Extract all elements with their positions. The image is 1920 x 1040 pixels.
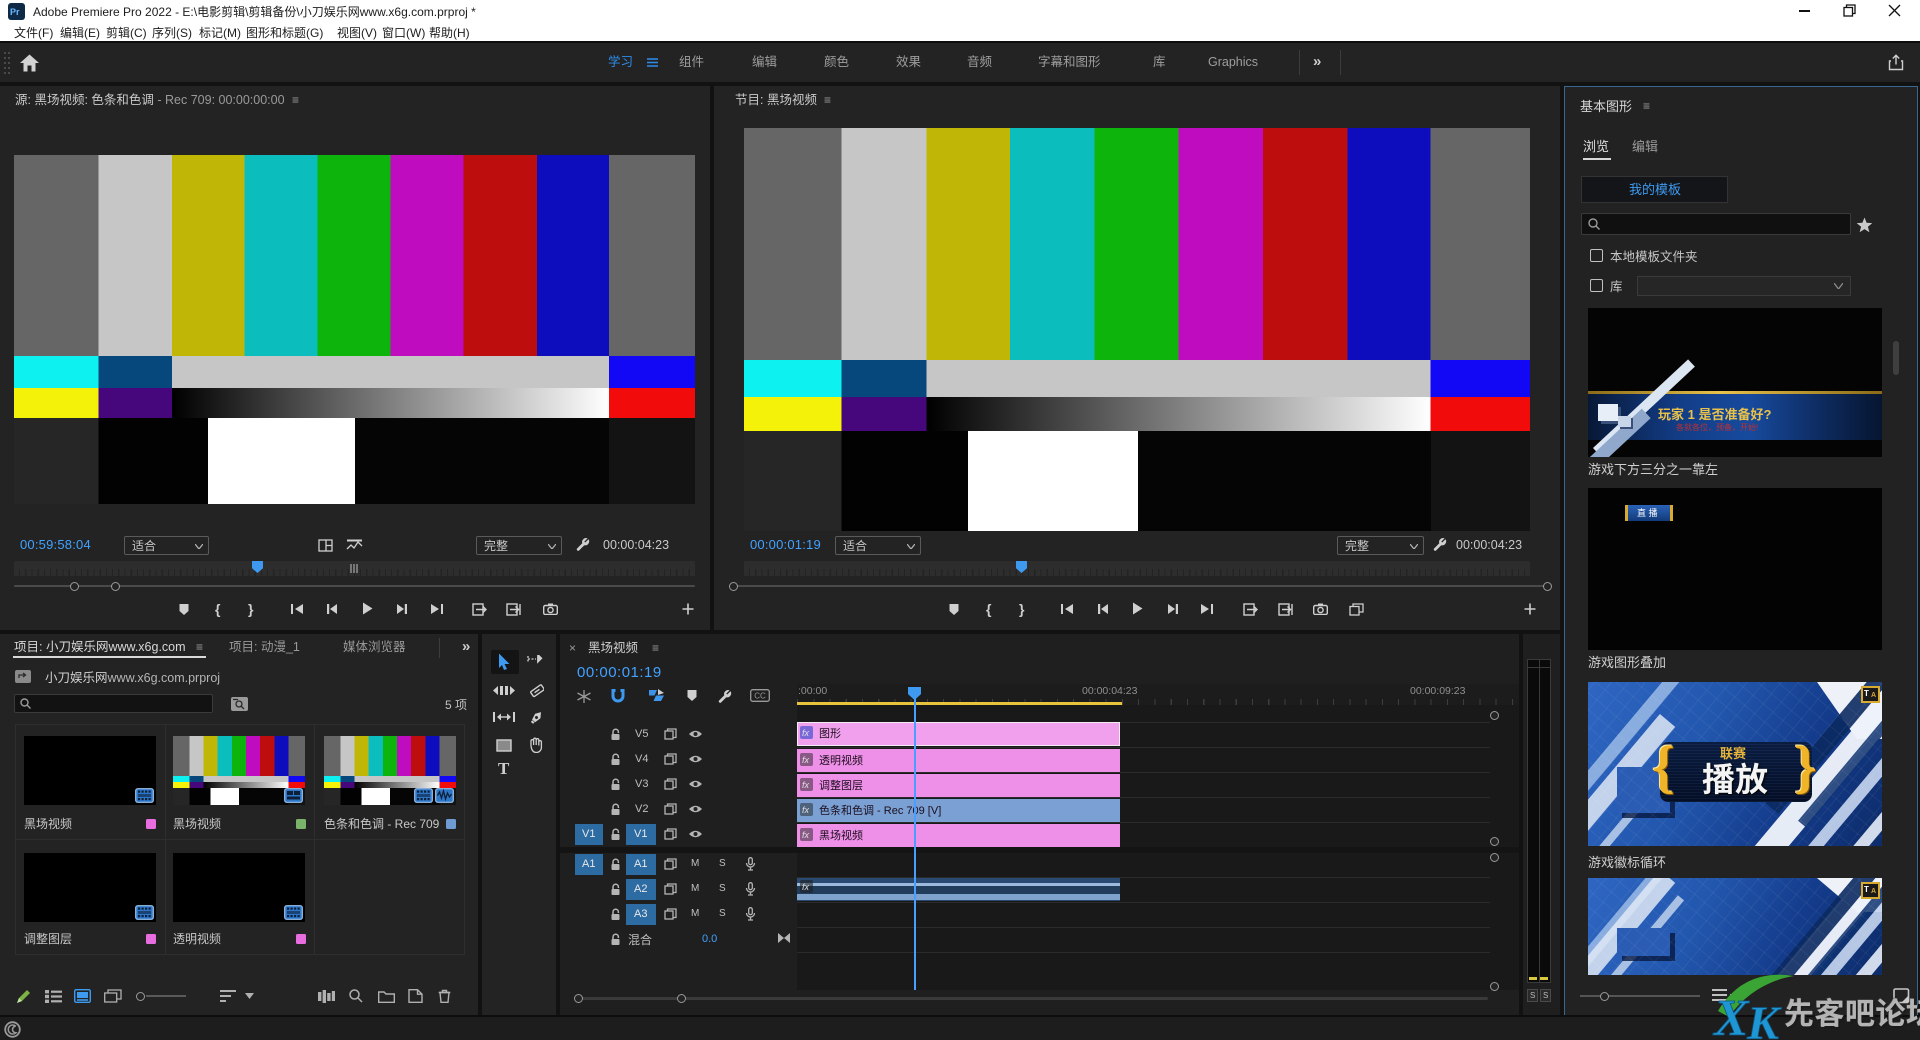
svg-text:X: X — [1712, 990, 1750, 1040]
svg-text:CC: CC — [754, 692, 766, 701]
svg-text:K: K — [1746, 997, 1782, 1040]
